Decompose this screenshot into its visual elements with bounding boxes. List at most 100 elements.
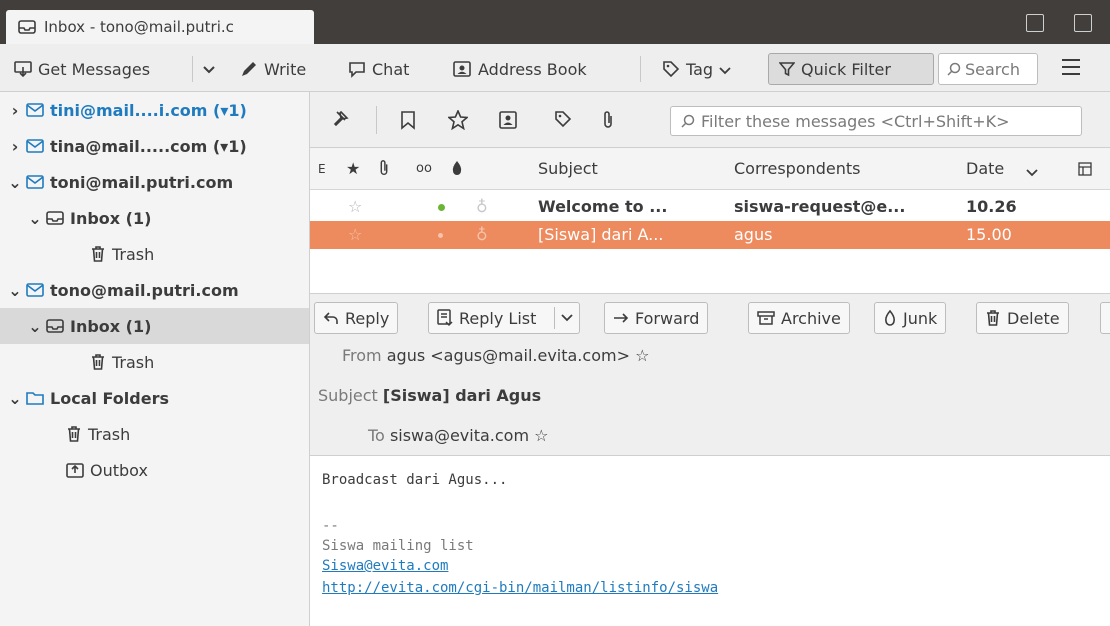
folder-trash-tono[interactable]: Trash <box>0 344 309 380</box>
tag-icon[interactable] <box>554 110 572 128</box>
archive-button[interactable]: Archive <box>748 302 850 334</box>
chevron-down-icon[interactable]: ⌄ <box>8 281 22 300</box>
star-icon[interactable]: ☆ <box>348 225 362 244</box>
chevron-down-icon[interactable]: ⌄ <box>28 317 42 336</box>
chevron-down-icon[interactable] <box>561 314 573 322</box>
star-icon[interactable]: ☆ <box>348 197 362 216</box>
folder-icon <box>26 390 44 406</box>
chat-button[interactable]: Chat <box>348 54 409 84</box>
search-input[interactable]: Search <box>938 53 1038 85</box>
archive-icon <box>757 310 775 326</box>
signature-email-link[interactable]: Siswa@evita.com <box>322 558 448 574</box>
calendar-icon[interactable] <box>1026 14 1044 32</box>
chevron-right-icon[interactable]: › <box>8 101 22 120</box>
folder-inbox-toni[interactable]: ⌄ Inbox (1) <box>0 200 309 236</box>
delete-button[interactable]: Delete <box>976 302 1069 334</box>
tab-inbox[interactable]: Inbox - tono@mail.putri.c <box>6 10 314 44</box>
junk-column-icon[interactable] <box>450 159 464 181</box>
junk-label: Junk <box>903 308 938 328</box>
subject-column-header[interactable]: Subject <box>538 159 598 178</box>
junk-button[interactable]: Junk <box>874 302 947 334</box>
message-subject: Welcome to ... <box>538 197 668 216</box>
signature-url[interactable]: http://evita.com/cgi-bin/mailman/listinf… <box>322 580 718 596</box>
local-folders[interactable]: ⌄ Local Folders <box>0 380 309 416</box>
account-tini[interactable]: › tini@mail....i.com (▾1) <box>0 92 309 128</box>
message-correspondent: siswa-request@e... <box>734 197 906 216</box>
tag-button[interactable]: Tag <box>662 54 731 84</box>
column-picker-icon[interactable] <box>1078 161 1092 180</box>
folder-trash-toni[interactable]: Trash <box>0 236 309 272</box>
quick-filter-button[interactable]: Quick Filter <box>768 53 934 85</box>
get-messages-button[interactable]: Get Messages <box>14 54 150 84</box>
account-tina[interactable]: › tina@mail.....com (▾1) <box>0 128 309 164</box>
filter-messages-input[interactable]: Filter these messages <Ctrl+Shift+K> <box>670 106 1082 136</box>
attachment-column-icon[interactable] <box>378 159 390 181</box>
thread-column-icon[interactable]: ⴹ <box>318 162 326 176</box>
unread-dot-icon[interactable] <box>438 204 445 211</box>
folder-label: Inbox (1) <box>70 316 152 336</box>
chevron-down-icon <box>202 60 216 79</box>
unread-filter-icon[interactable] <box>400 110 416 130</box>
flame-icon <box>883 309 897 327</box>
hamburger-menu-icon[interactable] <box>1062 59 1080 77</box>
address-book-icon <box>452 60 472 78</box>
to-value[interactable]: siswa@evita.com <box>390 426 529 445</box>
inbox-icon <box>46 210 64 226</box>
pencil-icon <box>240 60 258 78</box>
mail-icon <box>26 139 44 153</box>
message-row[interactable]: ☆ ♁ Welcome to ... siswa-request@e... 10… <box>310 193 1110 221</box>
correspondents-column-header[interactable]: Correspondents <box>734 159 861 178</box>
signature-email[interactable]: Siswa@evita.com <box>322 558 448 574</box>
reply-list-button[interactable]: Reply List <box>428 302 580 334</box>
chevron-right-icon[interactable]: › <box>8 137 22 156</box>
sort-descending-icon[interactable] <box>1026 162 1038 181</box>
junk-status-icon[interactable]: ♁ <box>476 197 488 216</box>
from-value[interactable]: agus <agus@mail.evita.com> <box>387 346 630 365</box>
folder-label: Trash <box>112 244 155 264</box>
reply-button[interactable]: Reply <box>314 302 399 334</box>
more-buttons-overflow[interactable] <box>1100 302 1110 334</box>
download-icon <box>14 60 32 78</box>
pin-icon[interactable] <box>332 110 350 130</box>
star-icon[interactable]: ☆ <box>635 346 649 365</box>
mail-icon <box>26 175 44 189</box>
address-book-label: Address Book <box>478 59 587 79</box>
junk-status-icon[interactable]: ♁ <box>476 225 488 244</box>
message-row-selected[interactable]: ☆ ♁ [Siswa] dari A... agus 15.00 <box>310 221 1110 249</box>
tasks-icon[interactable] <box>1074 14 1092 32</box>
folder-label: tini@mail....i.com (▾1) <box>50 100 247 120</box>
message-list-header: ⴹ ★ oo Subject Correspondents Date <box>310 148 1110 190</box>
body-text: Broadcast dari Agus... <box>322 472 508 488</box>
divider <box>376 106 377 134</box>
chevron-down-icon[interactable]: ⌄ <box>28 209 42 228</box>
star-icon[interactable] <box>448 110 468 130</box>
folder-inbox-tono[interactable]: ⌄ Inbox (1) <box>0 308 309 344</box>
account-toni[interactable]: ⌄ toni@mail.putri.com <box>0 164 309 200</box>
forward-button[interactable]: Forward <box>604 302 709 334</box>
message-subject: [Siswa] dari A... <box>538 225 664 244</box>
chevron-down-icon[interactable]: ⌄ <box>8 173 22 192</box>
contact-icon[interactable] <box>498 110 518 130</box>
write-button[interactable]: Write <box>240 54 306 84</box>
account-tono[interactable]: ⌄ tono@mail.putri.com <box>0 272 309 308</box>
star-icon[interactable]: ☆ <box>534 426 548 445</box>
trash-icon <box>66 425 82 443</box>
date-column-header[interactable]: Date <box>966 159 1004 178</box>
read-dot-icon[interactable] <box>438 233 443 238</box>
folder-outbox-local[interactable]: Outbox <box>0 452 309 488</box>
attachment-icon[interactable] <box>602 110 614 130</box>
address-book-button[interactable]: Address Book <box>452 54 587 84</box>
from-header: From agus <agus@mail.evita.com> ☆ <box>342 346 649 365</box>
starred-column-icon[interactable]: ★ <box>346 159 360 178</box>
get-messages-dropdown[interactable] <box>202 54 216 84</box>
folder-trash-local[interactable]: Trash <box>0 416 309 452</box>
divider <box>640 56 641 82</box>
subject-label: Subject <box>318 386 378 405</box>
folder-label: tono@mail.putri.com <box>50 280 239 300</box>
signature-url-link[interactable]: http://evita.com/cgi-bin/mailman/listinf… <box>322 580 718 596</box>
to-header: To siswa@evita.com ☆ <box>368 426 548 445</box>
chevron-down-icon[interactable]: ⌄ <box>8 389 22 408</box>
folder-label: Trash <box>112 352 155 372</box>
archive-label: Archive <box>781 308 841 328</box>
read-column-icon[interactable]: oo <box>416 161 432 176</box>
